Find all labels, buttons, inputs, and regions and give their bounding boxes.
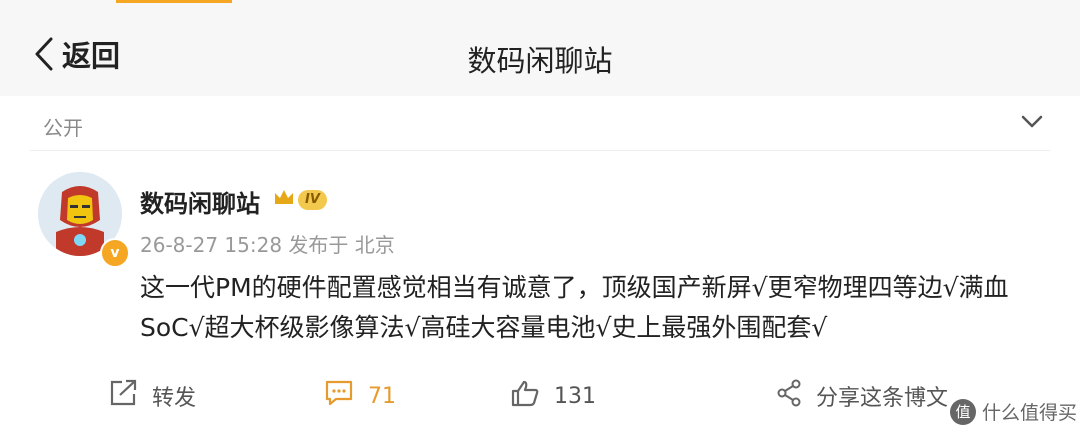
- status-strip: [116, 0, 232, 3]
- share-icon: [776, 379, 802, 413]
- crown-icon: [273, 188, 295, 212]
- comment-count: 71: [368, 383, 396, 409]
- divider: [30, 150, 1050, 151]
- post-content: 这一代PM的硬件配置感觉相当有诚意了，顶级国产新屏√更窄物理四等边√满血SoC√…: [140, 273, 1009, 342]
- post-meta: 26-8-27 15:28 发布于 北京: [140, 233, 395, 257]
- repost-button[interactable]: 转发: [108, 374, 196, 418]
- like-button[interactable]: 131: [510, 374, 596, 418]
- comment-button[interactable]: 71: [324, 374, 396, 418]
- thumbs-up-icon: [510, 379, 540, 413]
- watermark-logo-icon: 值: [950, 398, 976, 425]
- level-badge: IV: [298, 190, 327, 210]
- share-label: 分享这条博文: [816, 386, 949, 411]
- verified-badge: v: [100, 238, 130, 268]
- watermark-text: 什么值得买: [982, 402, 1078, 424]
- chevron-down-icon[interactable]: [1020, 114, 1044, 134]
- comment-icon: [324, 379, 354, 413]
- share-button[interactable]: 分享这条博文: [776, 374, 948, 418]
- privacy-label: 公开: [43, 116, 83, 140]
- repost-icon: [108, 379, 138, 413]
- like-count: 131: [554, 383, 596, 409]
- page-title: 数码闲聊站: [467, 44, 613, 78]
- action-bar: 转发 71 131 分享这条博文: [0, 374, 1080, 418]
- author-name[interactable]: 数码闲聊站: [140, 184, 260, 219]
- repost-label: 转发: [152, 386, 197, 411]
- watermark: 值 什么值得买: [950, 398, 1077, 425]
